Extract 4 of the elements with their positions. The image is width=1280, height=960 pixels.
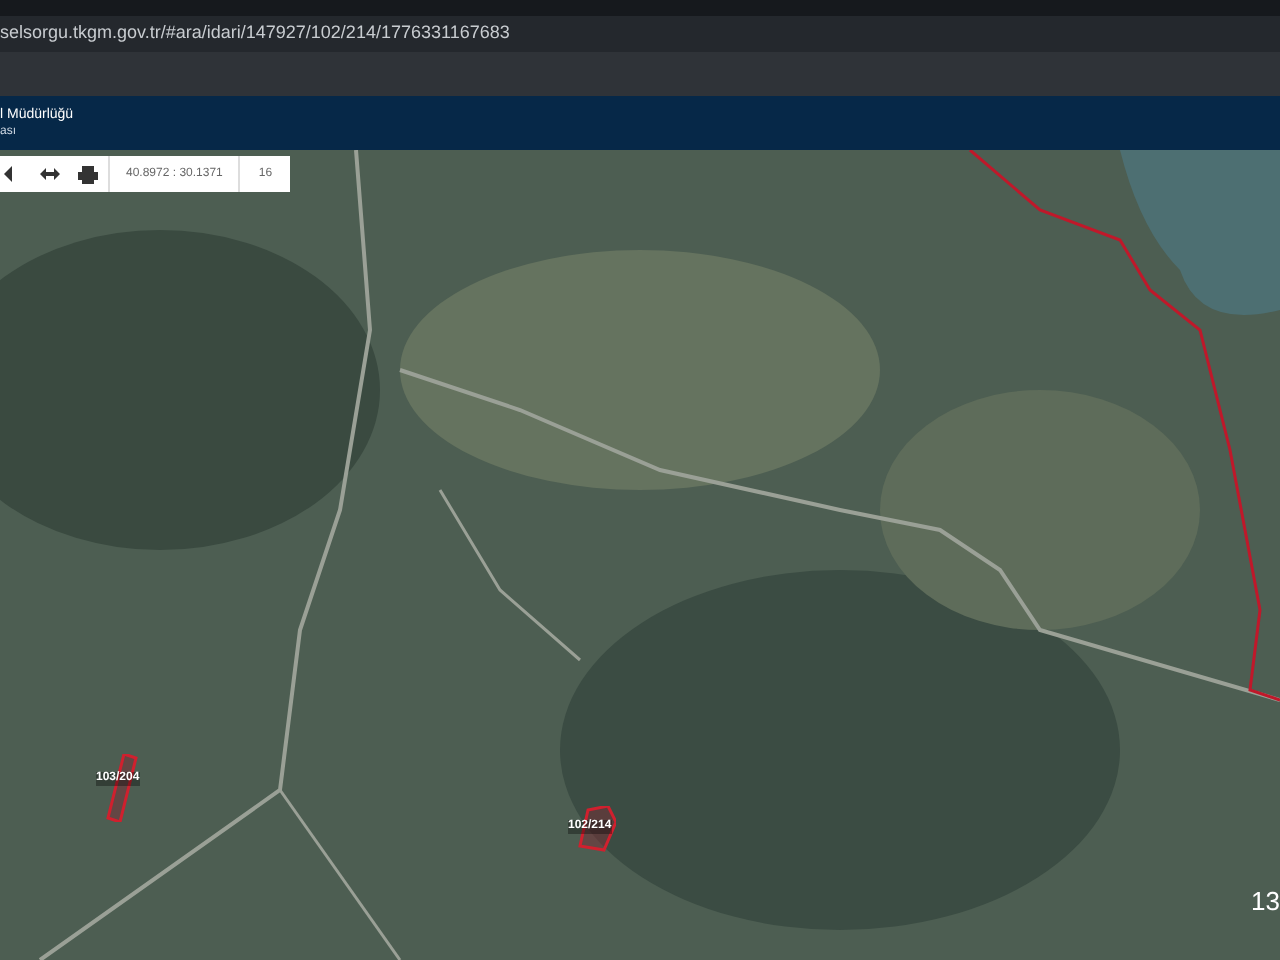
scale-number: 13 [1251, 883, 1280, 919]
horizontal-arrows-icon[interactable] [40, 168, 60, 180]
address-bar[interactable]: selsorgu.tkgm.gov.tr/#ara/idari/147927/102/214/1776331167683 [0, 16, 1280, 52]
url-text: selsorgu.tkgm.gov.tr/#ara/idari/147927/102/214/1776331167683 [0, 20, 510, 47]
